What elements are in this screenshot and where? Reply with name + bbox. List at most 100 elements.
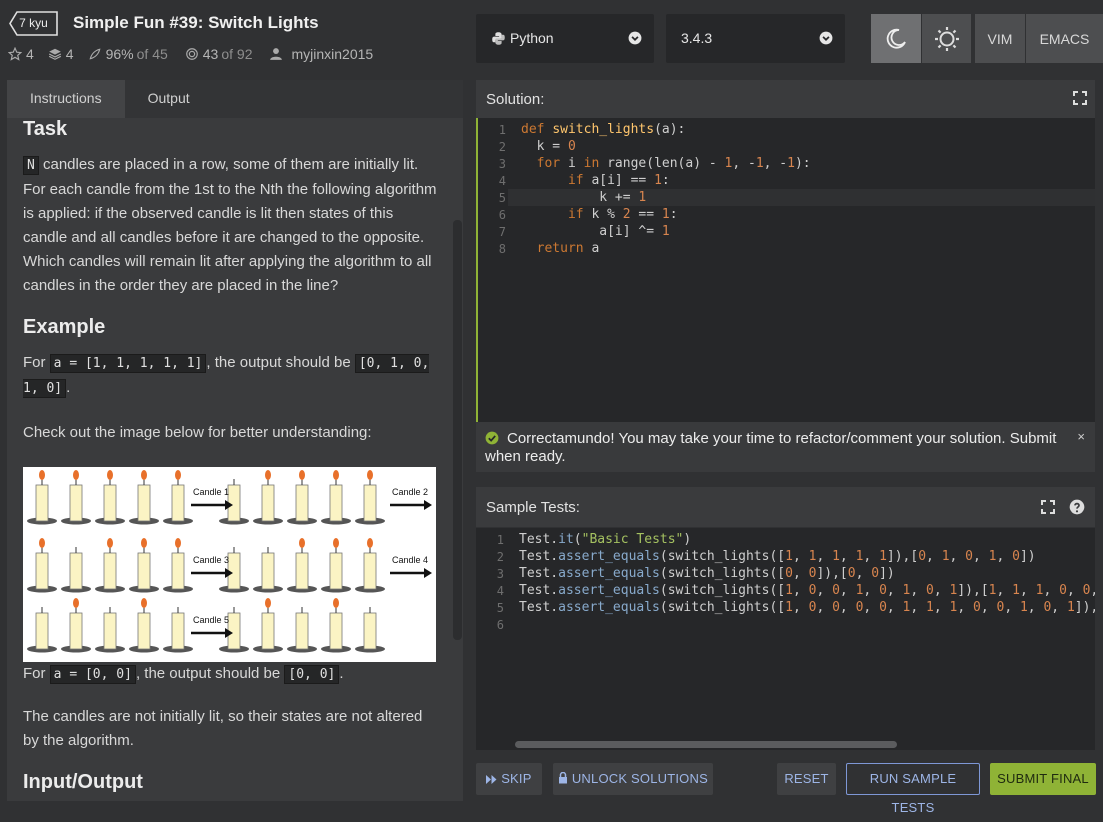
candle	[103, 612, 117, 650]
panel-tabs: Instructions Output	[7, 80, 463, 118]
solution-header: Solution:	[476, 80, 1095, 118]
completed-stat: 43 of 92	[185, 46, 256, 62]
ex2-for: For	[23, 665, 46, 682]
tests-editor[interactable]: 1 Test.it("Basic Tests") 2 Test.assert_equa…	[476, 528, 1095, 750]
editor-panel: Python 3.4.3 VIM EMACS Solution: 1 def sw…	[476, 0, 1103, 815]
moon-icon	[886, 28, 906, 49]
kata-title: Simple Fun #39: Switch Lights	[73, 13, 319, 32]
tests-horizontal-scrollbar[interactable]	[515, 741, 897, 748]
fast-forward-icon	[486, 775, 497, 784]
close-banner-button[interactable]: ×	[1077, 428, 1085, 446]
line-number: 2	[498, 140, 506, 154]
task-text: N candles are placed in a row, some of t…	[23, 153, 438, 298]
candle-flame	[175, 538, 181, 548]
user-icon	[270, 48, 283, 60]
line-number: 6	[498, 208, 506, 222]
candle	[363, 612, 377, 650]
candle-flame	[265, 598, 271, 608]
expand-icon[interactable]	[1073, 91, 1087, 105]
help-icon[interactable]	[1069, 499, 1085, 515]
version-select[interactable]: 3.4.3	[666, 14, 845, 63]
expand-icon[interactable]	[1041, 500, 1055, 514]
candle-flame	[39, 538, 45, 548]
stars-stat[interactable]: 4	[8, 46, 34, 62]
task-heading: Task	[23, 118, 68, 140]
kata-description-continued: For a = [0, 0], the output should be [0,…	[23, 662, 438, 801]
candle	[69, 552, 83, 590]
line-number: 4	[496, 584, 504, 598]
ex1-for: For	[23, 354, 46, 371]
line-number: 7	[498, 225, 506, 239]
submit-final-button[interactable]: SUBMIT FINAL	[990, 763, 1096, 795]
description-scrollbar[interactable]	[453, 220, 462, 640]
candle-flame	[367, 470, 373, 480]
candle	[171, 484, 185, 522]
ex1-input-code: a = [1, 1, 1, 1, 1]	[49, 354, 207, 373]
skip-label: SKIP	[501, 771, 532, 786]
unlock-label: UNLOCK SOLUTIONS	[571, 771, 708, 786]
ex2-end: .	[339, 665, 344, 682]
collections-stat[interactable]: 4	[48, 46, 74, 62]
code-line: k = 0	[521, 139, 576, 154]
candle	[171, 552, 185, 590]
emacs-mode-button[interactable]: EMACS	[1026, 14, 1103, 63]
rank-label: 7 kyu	[19, 16, 48, 30]
example-heading: Example	[23, 316, 106, 338]
candle	[329, 612, 343, 650]
satisfaction-total: of 45	[136, 46, 168, 62]
candle-flame	[141, 598, 147, 608]
language-select[interactable]: Python	[476, 14, 654, 63]
success-message: Correctamundo! You may take your time to…	[485, 430, 1057, 465]
example2-text: For a = [0, 0], the output should be [0,…	[23, 662, 438, 687]
vim-mode-button[interactable]: VIM	[975, 14, 1025, 63]
code-line: if k % 2 == 1:	[521, 207, 678, 222]
candle	[329, 484, 343, 522]
candle	[69, 612, 83, 650]
completed-total: of 92	[221, 46, 253, 62]
author-name[interactable]: myjinxin2015	[291, 46, 373, 62]
solution-editor[interactable]: 1 def switch_lights(a): 2 k = 0 3 for i in …	[476, 118, 1095, 422]
code-line: Test.assert_equals(switch_lights([0, 0])…	[519, 566, 895, 581]
check-text: Check out the image below for better und…	[23, 424, 372, 441]
code-line: a[i] ^= 1	[521, 224, 670, 239]
stars-count: 4	[26, 46, 34, 62]
code-line: return a	[521, 241, 600, 256]
light-theme-button[interactable]	[922, 14, 971, 63]
candle	[329, 552, 343, 590]
tab-output[interactable]: Output	[125, 80, 213, 118]
satisfaction-value: 96%	[105, 46, 134, 62]
candle	[227, 484, 241, 522]
candle-step-label: Candle 3	[193, 555, 229, 565]
candle	[103, 552, 117, 590]
author-stat[interactable]: myjinxin2015	[269, 46, 373, 62]
skip-button[interactable]: SKIP	[476, 763, 542, 795]
candle	[261, 484, 275, 522]
code-line: for i in range(len(a) - 1, -1, -1):	[521, 156, 811, 171]
lock-icon	[559, 771, 568, 784]
rank-badge: 7 kyu	[9, 11, 58, 36]
code-line: Test.assert_equals(switch_lights([1, 0, …	[519, 583, 1095, 598]
version-label: 3.4.3	[681, 30, 713, 46]
ex2-output-code: [0, 0]	[284, 665, 340, 684]
solution-title: Solution:	[486, 91, 545, 108]
ex2-input-code: a = [0, 0]	[49, 665, 136, 684]
candle-flame	[107, 470, 113, 480]
candle	[137, 552, 151, 590]
run-sample-tests-button[interactable]: RUN SAMPLE TESTS	[846, 763, 980, 815]
candle	[35, 484, 49, 522]
line-number: 2	[496, 550, 504, 564]
candles-illustration: Candle 1 Candle 2 Candle 3 Candle 4 Candle 5	[23, 467, 436, 662]
candle-flame	[73, 598, 79, 608]
ex1-end: .	[66, 379, 71, 396]
candle	[261, 612, 275, 650]
line-number: 1	[496, 533, 504, 547]
unlock-solutions-button[interactable]: UNLOCK SOLUTIONS	[553, 763, 713, 795]
code-line: def switch_lights(a):	[521, 122, 686, 137]
candle	[295, 612, 309, 650]
tab-instructions[interactable]: Instructions	[7, 80, 125, 118]
dark-theme-button[interactable]	[871, 14, 921, 63]
chevron-down-icon	[628, 31, 642, 45]
reset-button[interactable]: RESET	[777, 763, 836, 795]
line-number: 5	[496, 601, 504, 615]
sun-icon	[934, 26, 959, 51]
